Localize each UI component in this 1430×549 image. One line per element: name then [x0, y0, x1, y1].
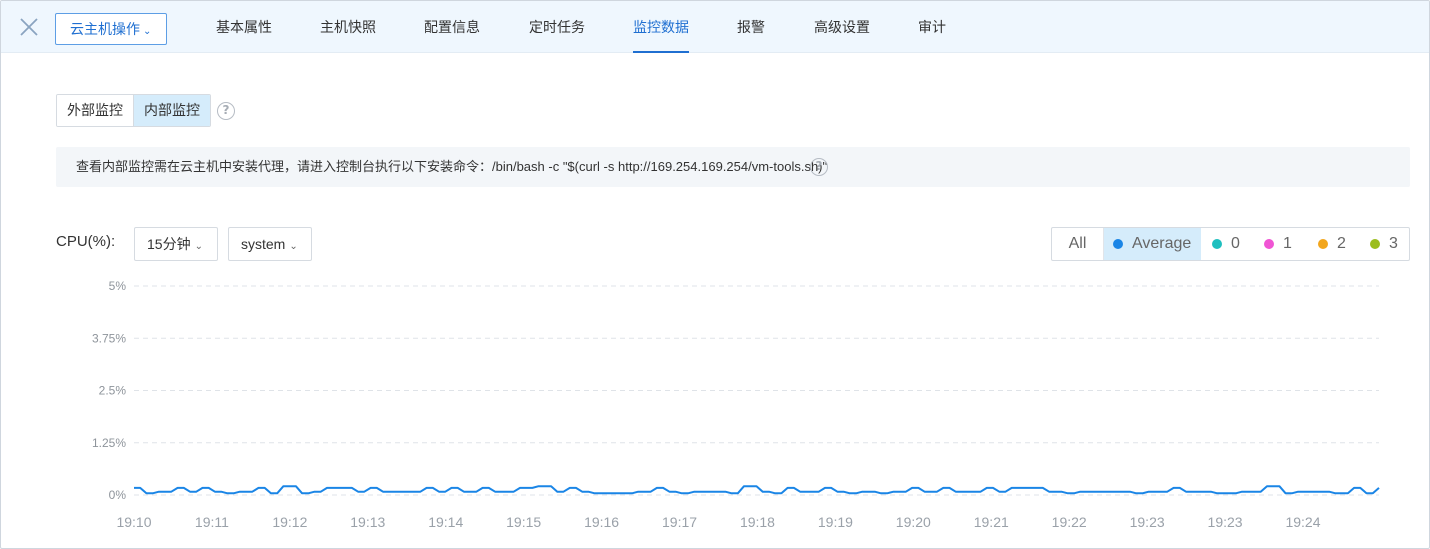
x-tick-label: 19:12 — [272, 514, 307, 530]
header-bar: 云主机操作 ⌄ 基本属性 主机快照 配置信息 定时任务 监控数据 报警 高级设置 … — [1, 1, 1429, 53]
x-tick-label: 19:19 — [818, 514, 853, 530]
x-tick-label: 19:15 — [506, 514, 541, 530]
tab-advanced-settings[interactable]: 高级设置 — [814, 1, 870, 53]
y-tick-label: 5% — [109, 279, 127, 293]
cpu-type-value: system — [241, 236, 286, 252]
legend-dot-average — [1113, 239, 1123, 249]
legend-label-2: 2 — [1337, 235, 1346, 252]
legend-item-2[interactable]: 2 — [1305, 228, 1357, 260]
agent-install-notice: 查看内部监控需在云主机中安装代理，请进入控制台执行以下安装命令：/bin/bas… — [56, 147, 1410, 187]
monitor-type-toggle: 外部监控 内部监控 — [56, 94, 211, 127]
legend-dot-2 — [1318, 239, 1328, 249]
series-line-average[interactable] — [134, 485, 1380, 495]
y-tick-label: 1.25% — [92, 436, 126, 450]
cpu-type-dropdown[interactable]: system ⌄ — [228, 227, 312, 261]
x-tick-label: 19:21 — [974, 514, 1009, 530]
notice-text: 查看内部监控需在云主机中安装代理，请进入控制台执行以下安装命令：/bin/bas… — [76, 159, 828, 174]
x-tick-label: 19:23 — [1130, 514, 1165, 530]
legend-dot-0 — [1212, 239, 1222, 249]
x-tick-label: 19:22 — [1052, 514, 1087, 530]
legend-dot-3 — [1370, 239, 1380, 249]
close-button[interactable] — [17, 15, 41, 39]
legend-label-0: 0 — [1231, 235, 1240, 252]
tab-snapshots[interactable]: 主机快照 — [320, 1, 376, 53]
chevron-down-icon: ⌄ — [194, 241, 203, 252]
legend-label-1: 1 — [1283, 235, 1292, 252]
x-tick-label: 19:10 — [116, 514, 151, 530]
tab-audit[interactable]: 审计 — [918, 1, 946, 53]
y-tick-label: 0% — [109, 488, 127, 502]
x-tick-label: 19:23 — [1208, 514, 1243, 530]
x-tick-label: 19:20 — [896, 514, 931, 530]
x-tick-label: 19:24 — [1285, 514, 1320, 530]
legend-item-3[interactable]: 3 — [1357, 228, 1409, 260]
x-tick-label: 19:11 — [195, 514, 229, 530]
tab-basic-properties[interactable]: 基本属性 — [216, 1, 272, 53]
tab-scheduled-tasks[interactable]: 定时任务 — [529, 1, 585, 53]
y-tick-label: 3.75% — [92, 331, 126, 345]
legend-item-1[interactable]: 1 — [1253, 228, 1305, 260]
legend-item-0[interactable]: 0 — [1201, 228, 1253, 260]
series-legend: All Average 0 1 2 3 — [1051, 227, 1410, 261]
legend-dot-1 — [1264, 239, 1274, 249]
metric-label: CPU(%): — [56, 233, 116, 250]
x-tick-label: 19:18 — [740, 514, 775, 530]
x-tick-label: 19:13 — [350, 514, 385, 530]
chevron-down-icon: ⌄ — [143, 26, 152, 37]
x-tick-label: 19:17 — [662, 514, 697, 530]
time-range-value: 15分钟 — [147, 236, 191, 252]
y-tick-label: 2.5% — [99, 384, 127, 398]
tab-alarms[interactable]: 报警 — [737, 1, 765, 53]
legend-item-average[interactable]: Average — [1104, 228, 1201, 260]
chevron-down-icon: ⌄ — [289, 241, 298, 252]
cpu-line-chart: 0% 1.25% 2.5% 3.75% 5% 19:10 19:11 19:12 19:13 19… — [92, 279, 1380, 530]
close-icon — [20, 18, 38, 36]
help-icon[interactable]: ? — [217, 102, 235, 120]
vm-action-label: 云主机操作 — [70, 21, 140, 37]
x-tick-label: 19:14 — [428, 514, 463, 530]
monitor-panel: 云主机操作 ⌄ 基本属性 主机快照 配置信息 定时任务 监控数据 报警 高级设置 … — [0, 0, 1430, 549]
x-tick-label: 19:16 — [584, 514, 619, 530]
tab-monitoring-data[interactable]: 监控数据 — [633, 1, 689, 53]
internal-monitor-option[interactable]: 内部监控 — [133, 95, 210, 126]
tab-config-info[interactable]: 配置信息 — [424, 1, 480, 53]
legend-all[interactable]: All — [1052, 228, 1104, 260]
legend-label-average: Average — [1132, 235, 1192, 252]
external-monitor-option[interactable]: 外部监控 — [57, 95, 133, 126]
notice-help-icon[interactable]: ? — [810, 158, 828, 176]
vm-action-dropdown[interactable]: 云主机操作 ⌄ — [55, 13, 167, 45]
legend-label-3: 3 — [1389, 235, 1398, 252]
time-range-dropdown[interactable]: 15分钟 ⌄ — [134, 227, 218, 261]
